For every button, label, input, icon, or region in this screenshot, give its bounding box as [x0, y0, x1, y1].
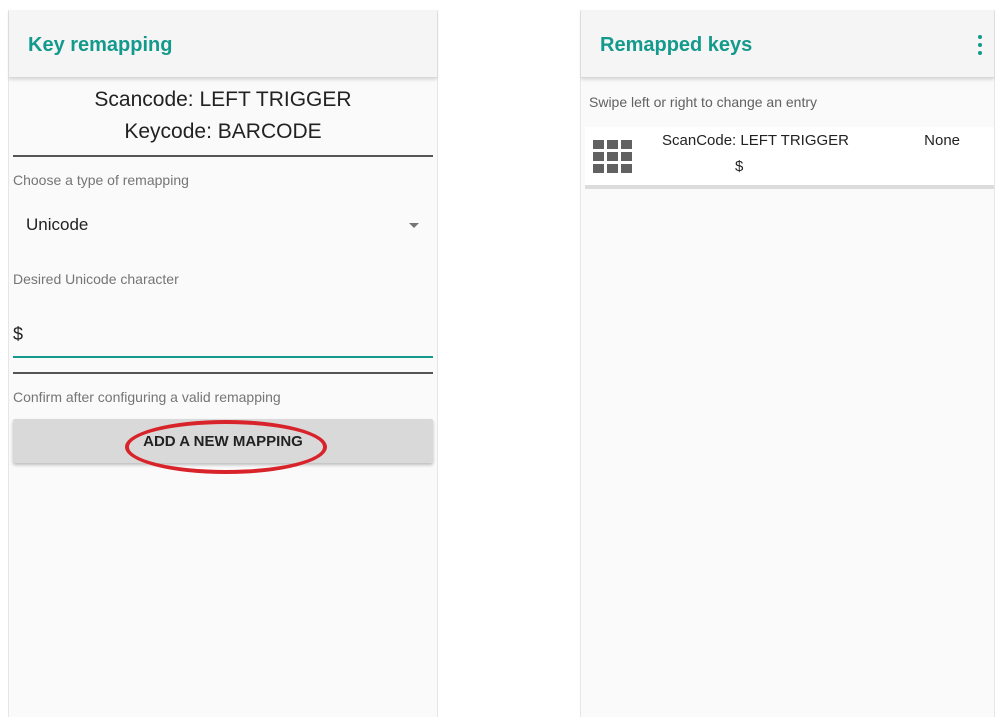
- add-mapping-button[interactable]: ADD A NEW MAPPING: [13, 419, 433, 463]
- swipe-hint: Swipe left or right to change an entry: [589, 94, 818, 110]
- remap-type-label: Choose a type of remapping: [13, 172, 189, 188]
- page-title: Remapped keys: [600, 34, 753, 56]
- entry-status: None: [924, 132, 960, 149]
- entry-result: $: [735, 158, 744, 175]
- overflow-menu-icon[interactable]: [972, 33, 988, 57]
- page-title: Key remapping: [28, 34, 173, 56]
- remap-type-value: Unicode: [26, 215, 89, 234]
- keycode-text: Keycode: BARCODE: [124, 120, 322, 143]
- dropdown-arrow-icon: [409, 223, 419, 228]
- divider: [13, 372, 433, 374]
- scancode-text: Scancode: LEFT TRIGGER: [94, 88, 352, 111]
- remapped-keys-screen: Remapped keys Swipe left or right to cha…: [580, 10, 995, 717]
- unicode-character-input[interactable]: [13, 312, 433, 358]
- grid-icon: [593, 140, 633, 174]
- entry-scancode: ScanCode: LEFT TRIGGER: [662, 132, 850, 149]
- key-remapping-screen: Key remapping Scancode: LEFT TRIGGER Key…: [8, 10, 438, 717]
- confirm-hint: Confirm after configuring a valid remapp…: [13, 389, 281, 405]
- list-item[interactable]: ScanCode: LEFT TRIGGER $ None: [585, 127, 994, 189]
- app-bar: Key remapping: [9, 10, 437, 78]
- app-bar: Remapped keys: [581, 10, 994, 78]
- remap-type-dropdown[interactable]: Unicode: [13, 208, 433, 242]
- divider: [13, 155, 433, 157]
- unicode-character-label: Desired Unicode character: [13, 271, 179, 287]
